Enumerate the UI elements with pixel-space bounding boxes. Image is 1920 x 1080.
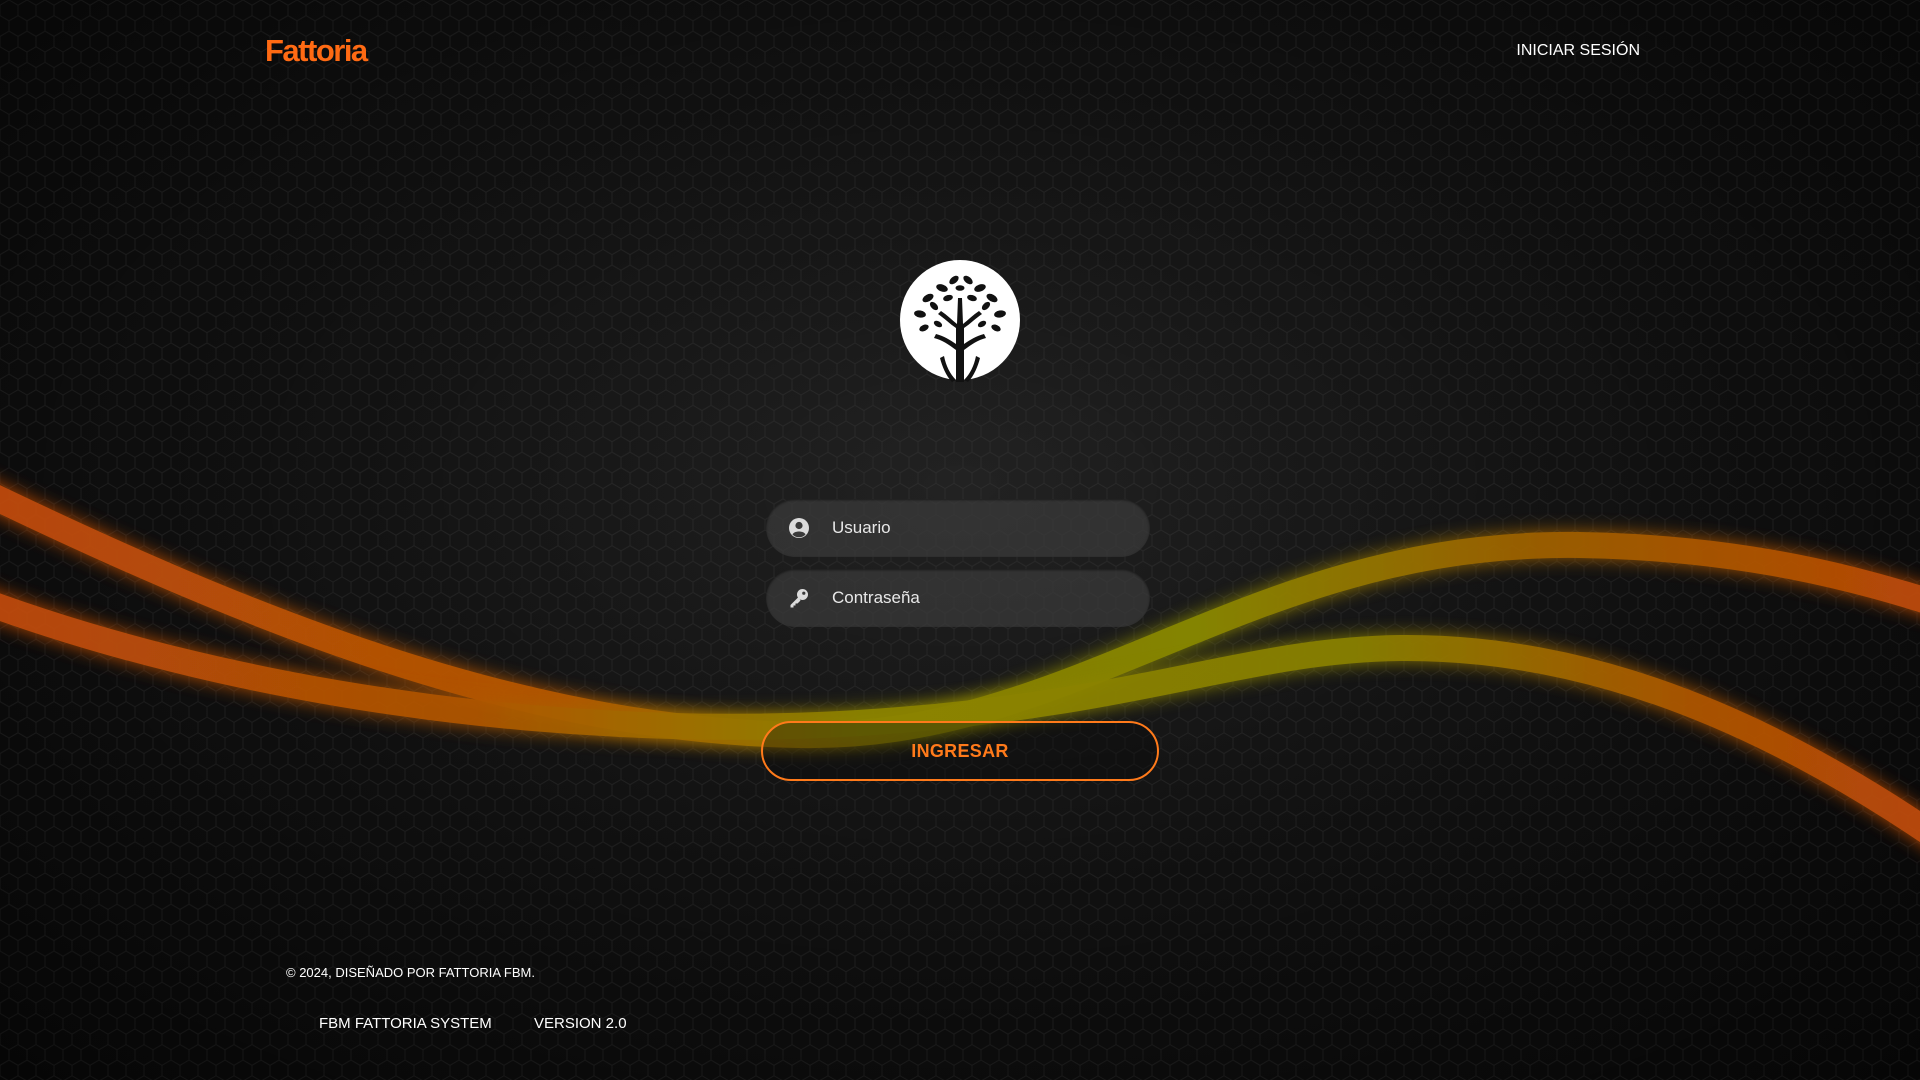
username-field[interactable] (766, 499, 1150, 557)
tree-logo-icon (900, 260, 1020, 382)
key-icon (790, 589, 808, 608)
user-circle-icon (789, 518, 809, 538)
password-field[interactable] (766, 569, 1150, 627)
password-input[interactable] (832, 569, 1132, 627)
login-submit-button[interactable]: INGRESAR (761, 721, 1159, 781)
footer-link-system[interactable]: FBM FATTORIA SYSTEM (319, 1015, 492, 1032)
nav-login-link[interactable]: INICIAR SESIÓN (1516, 42, 1640, 60)
copyright-text: © 2024, DISEÑADO POR FATTORIA FBM. (286, 965, 535, 980)
brand-logo-link[interactable]: Fattoria (265, 33, 368, 69)
login-page: Fattoria INICIAR SESIÓN Usuario INGRESAR… (0, 0, 1920, 1080)
username-input[interactable] (832, 499, 1132, 557)
footer-link-version[interactable]: VERSION 2.0 (534, 1015, 627, 1032)
